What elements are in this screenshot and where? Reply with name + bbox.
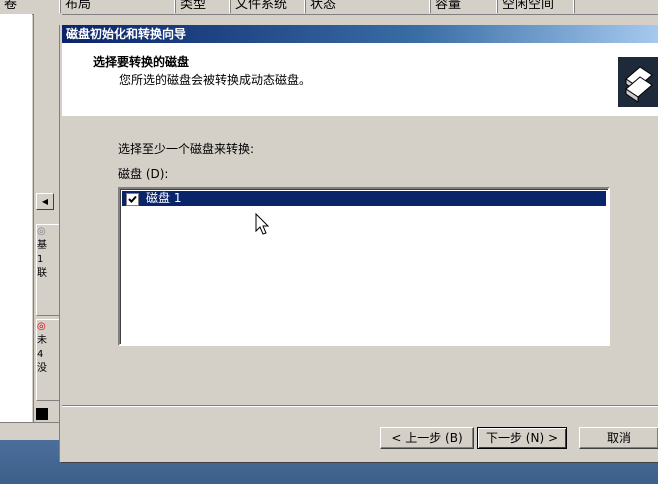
column-header-volume[interactable]: 卷 xyxy=(0,0,61,13)
column-header-filesystem[interactable]: 文件系统 xyxy=(231,0,306,13)
next-button[interactable]: 下一步 (N) > xyxy=(477,427,567,449)
mouse-pointer-icon xyxy=(255,213,270,235)
wizard-header-panel: 选择要转换的磁盘 您所选的磁盘会被转换成动态磁盘。 xyxy=(62,43,658,116)
column-header-status[interactable]: 状态 xyxy=(306,0,431,13)
disk-1-checkbox[interactable] xyxy=(126,193,139,206)
footer-divider xyxy=(62,405,658,406)
volume-list-header: 卷 布局 类型 文件系统 状态 容量 空闲空间 xyxy=(0,0,658,15)
scroll-left-icon[interactable]: ◀ xyxy=(36,193,54,210)
wizard-step-subtitle: 您所选的磁盘会被转换成动态磁盘。 xyxy=(119,73,312,87)
disk-panel[interactable]: ◎ 基 1 联 xyxy=(36,224,60,316)
column-header-free-space[interactable]: 空闲空间 xyxy=(498,0,575,13)
instruction-label: 选择至少一个磁盘来转换: xyxy=(118,142,255,156)
header-divider xyxy=(62,115,658,116)
column-header-capacity[interactable]: 容量 xyxy=(431,0,498,13)
list-item-disk-1[interactable]: 磁盘 1 xyxy=(122,191,606,206)
disk-1-label: 磁盘 1 xyxy=(146,191,182,205)
back-button[interactable]: < 上一步 (B) xyxy=(380,427,474,449)
disks-list-label: 磁盘 (D): xyxy=(118,167,169,181)
disk-conversion-wizard-dialog: 磁盘初始化和转换向导 选择要转换的磁盘 您所选的磁盘会被转换成动态磁盘。 选择至… xyxy=(60,25,658,462)
disk-icon: ◎ xyxy=(37,226,46,237)
column-header-type[interactable]: 类型 xyxy=(176,0,231,13)
disk-panel-line: 4 xyxy=(37,349,44,360)
background-window-edge xyxy=(0,14,32,424)
disk-panel[interactable]: ◎ 未 4 没 xyxy=(36,319,60,401)
cancel-button[interactable]: 取消 xyxy=(579,427,658,449)
disk-panel-line: 基 xyxy=(37,240,47,251)
disk-pane: ◀ ◎ 基 1 联 ◎ 未 4 没 xyxy=(33,14,62,424)
disk-warning-icon: ◎ xyxy=(37,321,46,332)
dialog-title[interactable]: 磁盘初始化和转换向导 xyxy=(62,25,658,43)
wizard-step-title: 选择要转换的磁盘 xyxy=(93,55,190,69)
disk-panel-line: 没 xyxy=(37,363,47,374)
legend-swatch xyxy=(36,408,48,420)
column-header-layout[interactable]: 布局 xyxy=(61,0,176,13)
disk-panel-line: 未 xyxy=(37,335,47,346)
checkmark-icon xyxy=(128,195,137,203)
disk-list[interactable]: 磁盘 1 xyxy=(118,187,610,346)
disk-panel-line: 联 xyxy=(37,268,47,279)
disk-panel-line: 1 xyxy=(37,254,44,265)
disk-stack-icon xyxy=(618,57,658,107)
